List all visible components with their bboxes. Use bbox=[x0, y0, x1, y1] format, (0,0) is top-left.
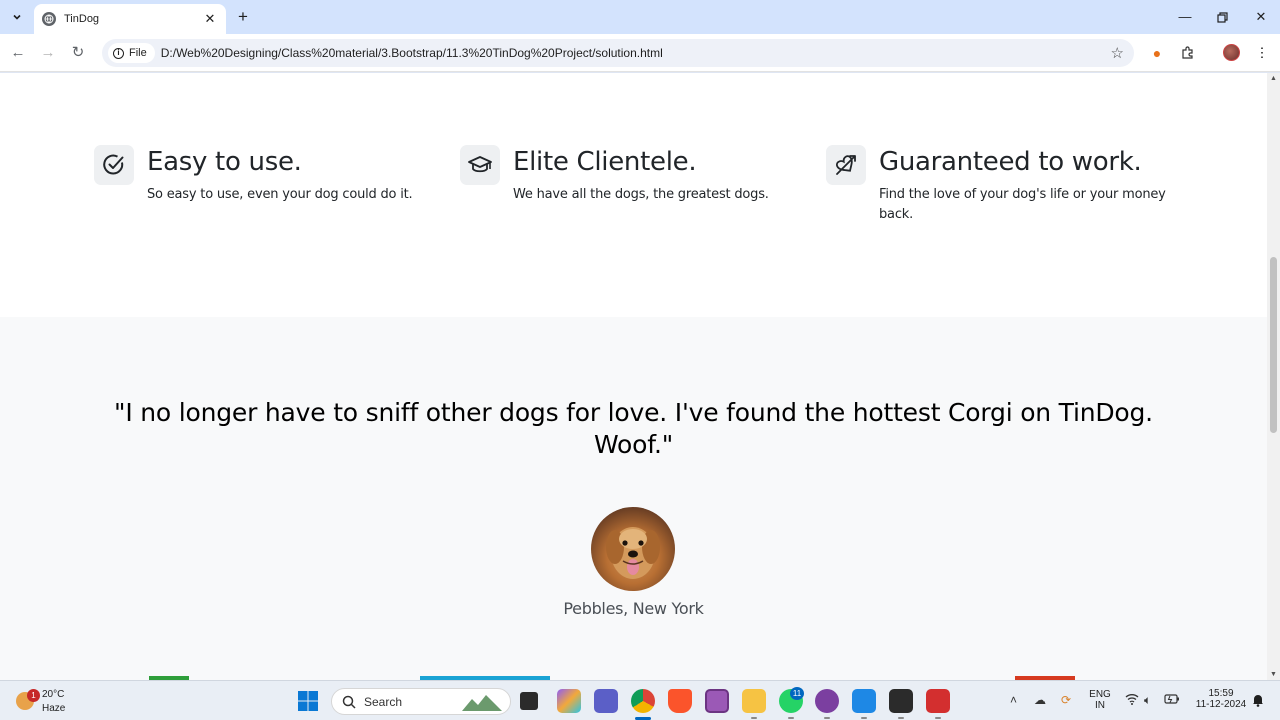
weather-badge: 1 bbox=[27, 689, 40, 702]
feature-text: Find the love of your dog's life or your… bbox=[879, 187, 1166, 222]
restore-icon[interactable] bbox=[1212, 8, 1232, 26]
clock-date: 11-12-2024 bbox=[1195, 699, 1247, 710]
dog-profile-image bbox=[591, 507, 675, 591]
mortarboard-icon bbox=[460, 145, 500, 185]
teams-icon[interactable] bbox=[594, 689, 618, 713]
search-highlight-mountains-icon bbox=[462, 695, 502, 711]
extension-orange-icon[interactable]: ● bbox=[1148, 44, 1166, 62]
menu-kebab-icon[interactable]: ⋮ bbox=[1253, 44, 1271, 62]
weather-widget[interactable]: 1 20°C Haze bbox=[14, 686, 84, 716]
testimonial-section: "I no longer have to sniff other dogs fo… bbox=[0, 317, 1267, 680]
start-windows-icon[interactable] bbox=[297, 690, 319, 712]
region-code: IN bbox=[1095, 700, 1105, 711]
search-label: Search bbox=[364, 694, 403, 709]
site-chip-label: File bbox=[129, 47, 147, 59]
feature-title: Elite Clientele. bbox=[513, 147, 697, 177]
weather-temp: 20°C bbox=[42, 689, 65, 700]
profile-avatar[interactable] bbox=[1223, 44, 1240, 61]
scroll-down-icon[interactable]: ▼ bbox=[1270, 671, 1277, 678]
browser-tab-bar: TinDog ✕ + — ✕ bbox=[0, 0, 1280, 34]
github-running-indicator bbox=[824, 717, 830, 719]
testimonial-quote: "I no longer have to sniff other dogs fo… bbox=[114, 398, 1153, 459]
browser-toolbar: ← → ↻ i File D:/Web%20Designing/Class%20… bbox=[0, 34, 1280, 72]
office-app-icon[interactable] bbox=[926, 689, 950, 713]
task-view-icon[interactable] bbox=[520, 692, 538, 710]
weather-condition: Haze bbox=[42, 703, 66, 714]
tab-close-icon[interactable]: ✕ bbox=[202, 11, 218, 27]
url-text[interactable]: D:/Web%20Designing/Class%20material/3.Bo… bbox=[161, 46, 663, 60]
terminal-running-indicator bbox=[898, 717, 904, 719]
office-running-indicator bbox=[935, 717, 941, 719]
whatsapp-badge: 11 bbox=[790, 687, 804, 700]
clock-time: 15:59 bbox=[1208, 688, 1234, 699]
file-explorer-icon[interactable] bbox=[742, 689, 766, 713]
site-info-chip[interactable]: i File bbox=[108, 43, 155, 63]
minimize-icon[interactable]: — bbox=[1175, 8, 1195, 26]
feature-title: Easy to use. bbox=[147, 147, 302, 177]
github-icon[interactable] bbox=[815, 689, 839, 713]
feature-text: So easy to use, even your dog could do i… bbox=[147, 187, 413, 202]
page-viewport: Easy to use. So easy to use, even your d… bbox=[0, 73, 1267, 680]
feature-text: We have all the dogs, the greatest dogs. bbox=[513, 187, 769, 202]
battery-icon[interactable] bbox=[1164, 693, 1180, 707]
vscode-running-indicator bbox=[861, 717, 867, 719]
terminal-icon[interactable] bbox=[889, 689, 913, 713]
language-code: ENG bbox=[1089, 689, 1111, 700]
tab-search-chevron-icon[interactable] bbox=[6, 6, 28, 28]
testimonial-caption: Pebbles, New York bbox=[563, 599, 704, 618]
whatsapp-running-indicator bbox=[788, 717, 794, 719]
extensions-puzzle-icon[interactable] bbox=[1179, 44, 1197, 62]
feature-title: Guaranteed to work. bbox=[879, 147, 1142, 177]
browser-tab[interactable]: TinDog ✕ bbox=[34, 4, 226, 34]
sync-icon[interactable]: ⟳ bbox=[1061, 693, 1071, 707]
copilot-icon[interactable] bbox=[557, 689, 581, 713]
address-bar[interactable]: i File D:/Web%20Designing/Class%20materi… bbox=[102, 39, 1134, 67]
scroll-up-icon[interactable]: ▲ bbox=[1270, 75, 1277, 82]
volume-icon[interactable]: 🔈︎ bbox=[1144, 693, 1151, 708]
onedrive-icon[interactable]: ☁ bbox=[1034, 693, 1046, 707]
bookmark-star-icon[interactable]: ☆ bbox=[1111, 44, 1124, 62]
explorer-running-indicator bbox=[751, 717, 757, 719]
language-indicator[interactable]: ENG IN bbox=[1088, 689, 1112, 711]
close-window-icon[interactable]: ✕ bbox=[1251, 8, 1271, 26]
page-scrollbar[interactable]: ▲ ▼ bbox=[1267, 73, 1280, 680]
reload-icon[interactable]: ↻ bbox=[69, 44, 87, 62]
scroll-thumb[interactable] bbox=[1270, 257, 1277, 433]
back-icon[interactable]: ← bbox=[9, 44, 27, 62]
tray-chevron-icon[interactable]: ˄ bbox=[1010, 693, 1017, 707]
taskbar-search[interactable]: Search bbox=[331, 688, 511, 715]
info-icon: i bbox=[113, 47, 124, 59]
media-player-icon[interactable] bbox=[705, 689, 729, 713]
clock[interactable]: 15:59 11-12-2024 bbox=[1188, 688, 1254, 710]
tab-title: TinDog bbox=[64, 13, 100, 25]
vscode-icon[interactable] bbox=[852, 689, 876, 713]
globe-icon bbox=[42, 12, 56, 26]
search-icon bbox=[342, 695, 356, 709]
windows-taskbar: 1 20°C Haze Search 11 ˄ ☁ ⟳ ENG IN 🔈︎ 15… bbox=[0, 680, 1280, 720]
check-circle-icon bbox=[94, 145, 134, 185]
new-tab-button[interactable]: + bbox=[234, 8, 252, 26]
notification-bell-icon[interactable] bbox=[1252, 693, 1264, 710]
chrome-icon[interactable] bbox=[631, 689, 655, 713]
brave-icon[interactable] bbox=[668, 689, 692, 713]
heart-arrow-icon bbox=[826, 145, 866, 185]
forward-icon[interactable]: → bbox=[39, 44, 57, 62]
wifi-icon[interactable] bbox=[1125, 693, 1139, 708]
